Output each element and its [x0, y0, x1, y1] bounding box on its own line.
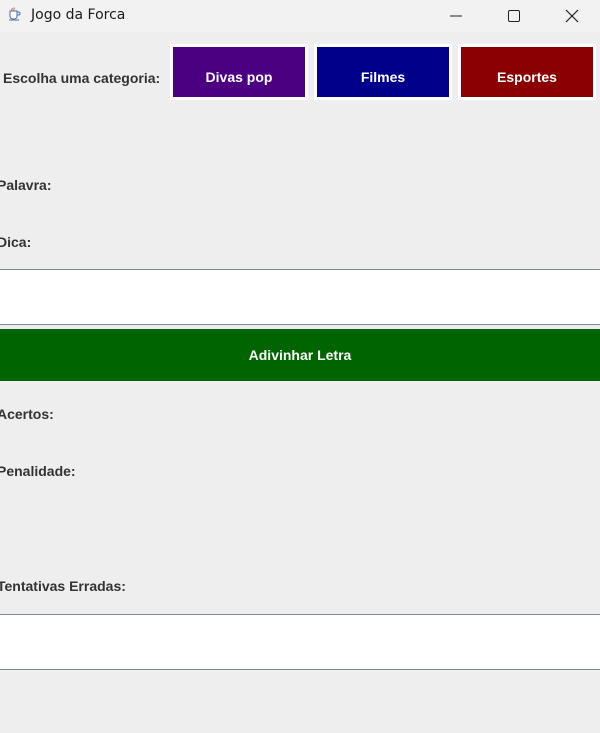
title-bar[interactable]: Jogo da Forca — [0, 0, 600, 32]
category-esportes-button[interactable]: Esportes — [458, 44, 596, 100]
wrong-attempts-label: Tentativas Erradas: — [0, 578, 126, 594]
minimize-icon — [450, 15, 462, 17]
window-title: Jogo da Forca — [31, 7, 126, 23]
category-divas-pop-button[interactable]: Divas pop — [170, 44, 308, 100]
palavra-label: Palavra: — [0, 177, 52, 193]
letter-input[interactable] — [0, 269, 600, 325]
penalidade-label: Penalidade: — [0, 463, 76, 479]
guess-letter-button[interactable]: Adivinhar Letra — [0, 329, 600, 381]
minimize-button[interactable] — [427, 0, 485, 32]
category-prompt-label: Escolha uma categoria: — [3, 70, 161, 86]
dica-label: Dica: — [0, 234, 32, 250]
acertos-label: Acertos: — [0, 406, 54, 422]
game-window: Jogo da Forca Escolha uma categoria: Div… — [0, 0, 600, 733]
close-button[interactable] — [543, 0, 600, 32]
close-icon — [565, 9, 579, 23]
maximize-icon — [508, 10, 520, 22]
category-filmes-button[interactable]: Filmes — [314, 44, 452, 100]
maximize-button[interactable] — [485, 0, 543, 32]
java-cup-icon — [6, 6, 22, 22]
wrong-attempts-field[interactable] — [0, 614, 600, 670]
